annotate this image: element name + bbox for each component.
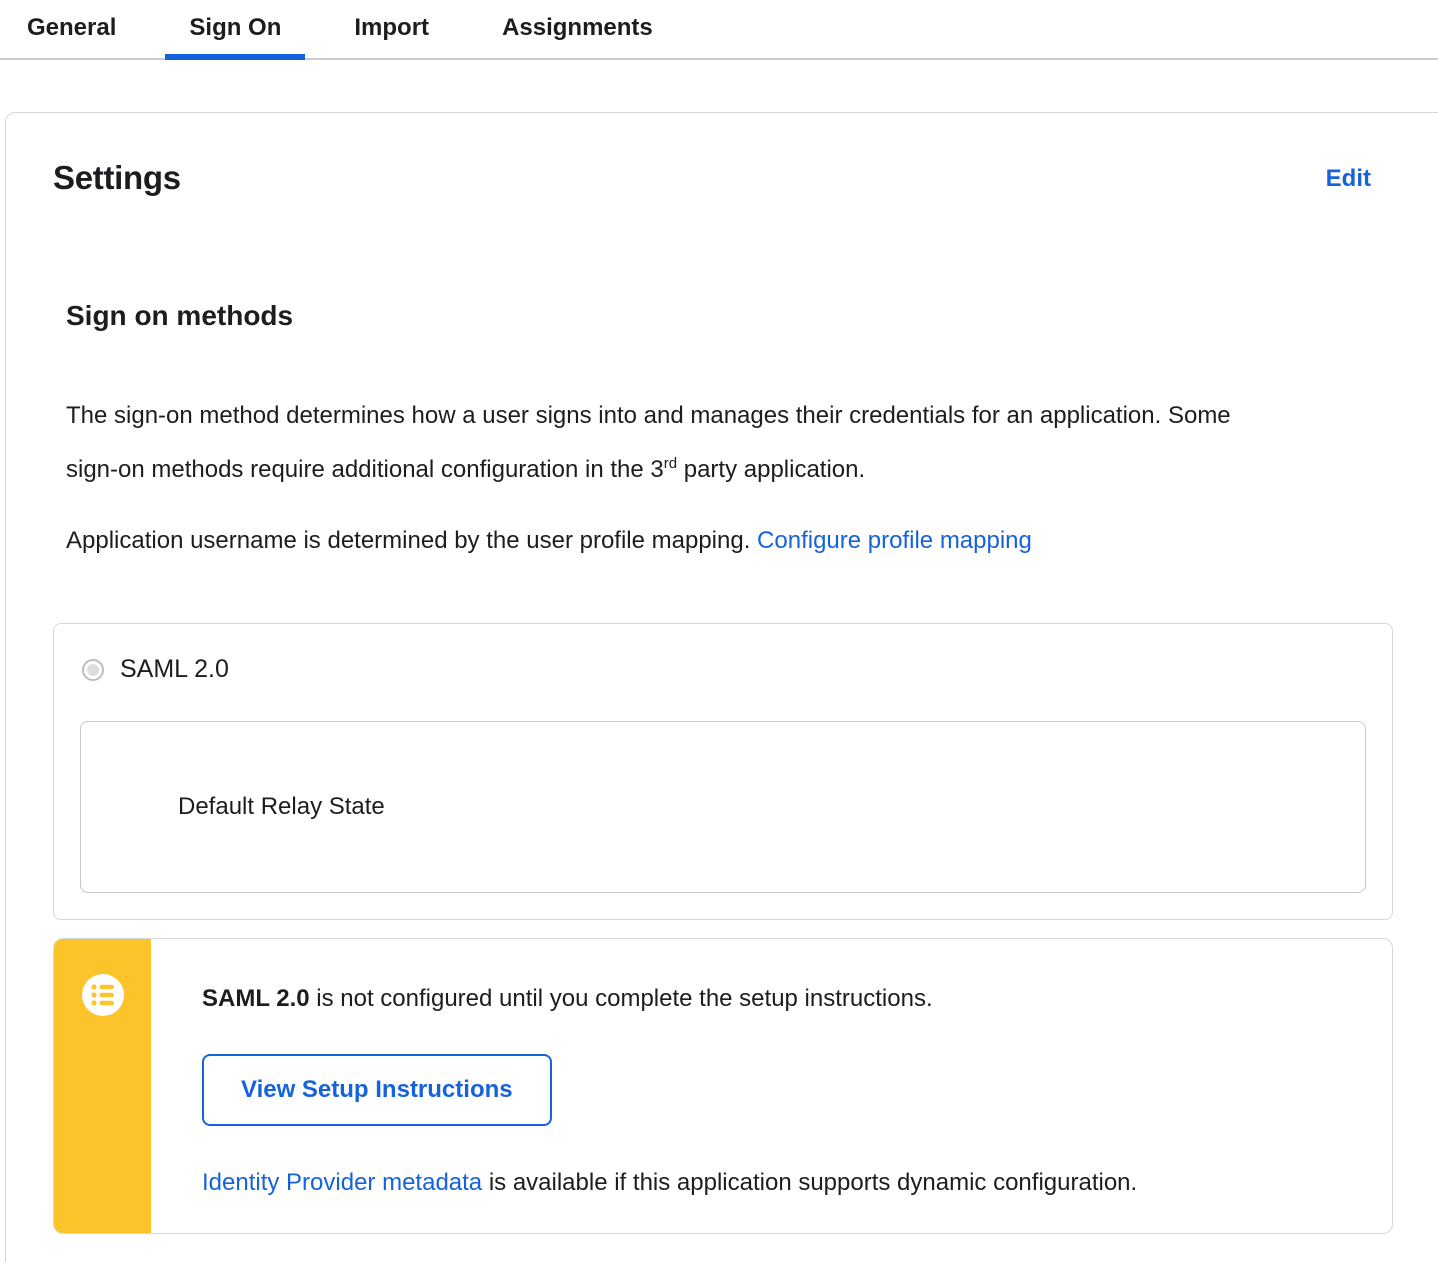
tab-general[interactable]: General (3, 0, 140, 60)
callout-message-rest: is not configured until you complete the… (309, 985, 933, 1012)
sign-on-methods-heading: Sign on methods (66, 300, 294, 331)
settings-card: Settings Edit Sign on methods The sign-o… (5, 112, 1438, 1262)
description-text: The sign-on method determines how a user… (66, 402, 1231, 483)
bulleted-list-icon (81, 974, 124, 1016)
default-relay-state-field: Default Relay State (80, 721, 1366, 893)
saml-radio[interactable] (82, 658, 104, 681)
view-setup-instructions-button[interactable]: View Setup Instructions (202, 1054, 552, 1126)
settings-title: Settings (53, 159, 181, 196)
metadata-rest: is available if this application support… (482, 1169, 1138, 1196)
callout-content: SAML 2.0 is not configured until you com… (151, 939, 1177, 1233)
description-text-end: party application. (677, 456, 866, 483)
saml-setup-callout: SAML 2.0 is not configured until you com… (53, 938, 1393, 1234)
default-relay-state-label: Default Relay State (178, 793, 385, 820)
callout-message: SAML 2.0 is not configured until you com… (202, 985, 1137, 1013)
edit-link[interactable]: Edit (1326, 165, 1371, 193)
tab-bar: General Sign On Import Assignments (0, 0, 1438, 60)
saml-method-box: SAML 2.0 Default Relay State (53, 623, 1393, 920)
configure-profile-mapping-link[interactable]: Configure profile mapping (757, 527, 1032, 554)
callout-message-bold: SAML 2.0 (202, 985, 310, 1012)
saml-radio-row: SAML 2.0 (80, 655, 1366, 684)
tab-assignments[interactable]: Assignments (478, 0, 677, 60)
card-header: Settings Edit (53, 159, 1371, 197)
username-mapping-text: Application username is determined by th… (66, 527, 758, 554)
sign-on-method-description: The sign-on method determines how a user… (66, 392, 1241, 494)
tab-sign-on[interactable]: Sign On (165, 0, 306, 60)
sign-on-methods-section: Sign on methods The sign-on method deter… (66, 300, 1438, 565)
username-mapping-description: Application username is determined by th… (66, 517, 1438, 565)
description-superscript: rd (663, 455, 678, 472)
metadata-line: Identity Provider metadata is available … (202, 1169, 1137, 1197)
saml-radio-label: SAML 2.0 (120, 655, 229, 683)
tab-import[interactable]: Import (330, 0, 453, 60)
callout-accent-bar (54, 939, 151, 1233)
identity-provider-metadata-link[interactable]: Identity Provider metadata (202, 1169, 482, 1196)
